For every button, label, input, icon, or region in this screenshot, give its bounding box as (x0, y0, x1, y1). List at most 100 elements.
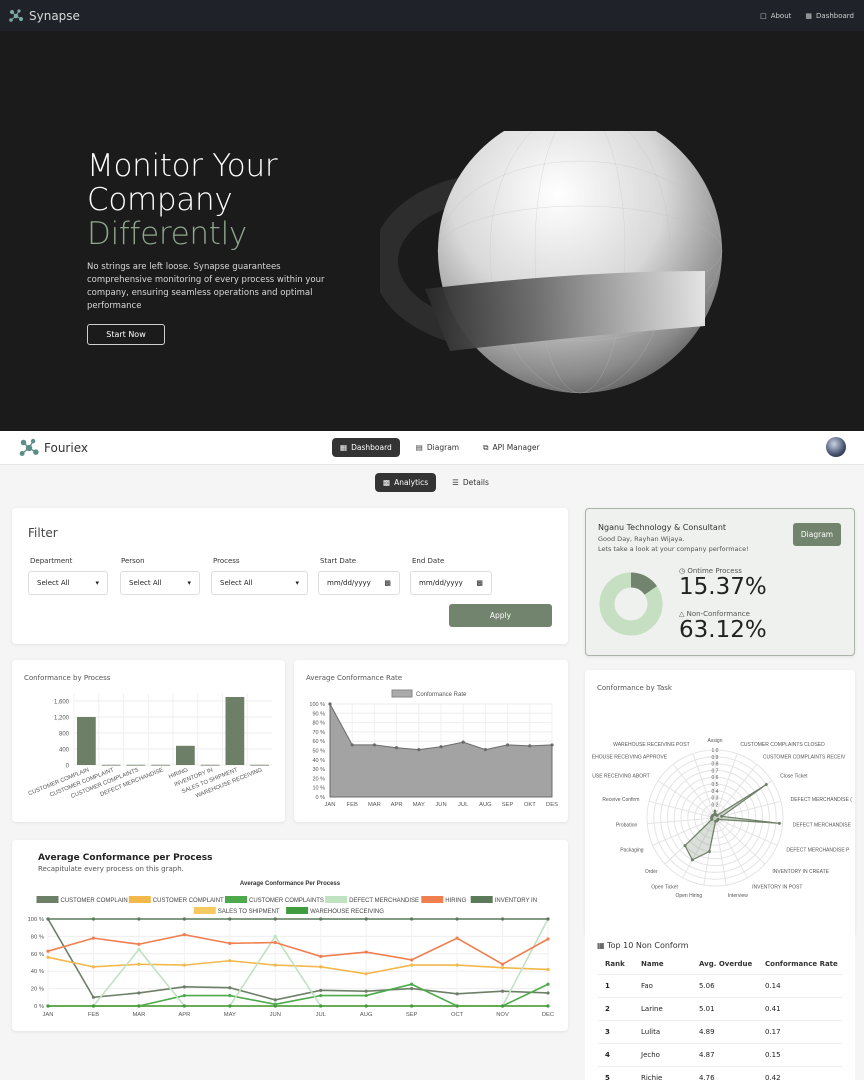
table-row[interactable]: 5 Richie 4.76 0.42 (597, 1066, 843, 1080)
data-point (364, 972, 368, 976)
data-point (364, 1004, 368, 1008)
data-point (777, 821, 781, 825)
radar-label: Packaging (620, 847, 644, 853)
radar-label: INVENTORY IN CREATE (772, 869, 829, 875)
y-tick-label: 100 % (309, 702, 325, 708)
data-point (137, 942, 141, 946)
data-point (506, 743, 510, 747)
person-select[interactable]: Select All ▾ (120, 571, 200, 595)
tab-dashboard[interactable]: ▦ Dashboard (332, 438, 400, 457)
data-point (91, 936, 96, 940)
filter-card: Filter Department Select All ▾ Person Sel… (12, 508, 568, 644)
data-point (137, 991, 141, 995)
data-point (410, 987, 414, 991)
tab-api-manager[interactable]: ⧉ API Manager (475, 438, 547, 457)
user-avatar[interactable] (826, 437, 846, 457)
x-tick-label: MAY (224, 1012, 236, 1018)
x-tick-label: FEB (88, 1012, 99, 1018)
dashboard-link[interactable]: ▦ Dashboard (805, 12, 854, 20)
x-tick-label: JUN (435, 802, 446, 808)
y-tick-label: 100 % (28, 917, 44, 923)
data-point (137, 917, 141, 921)
bar (77, 717, 96, 765)
subtab-details[interactable]: ☰ Details (444, 473, 497, 492)
data-point (182, 933, 186, 937)
data-point (350, 743, 354, 747)
table-header-row: Rank Name Avg. Overdue Conformance Rate (597, 954, 843, 975)
about-link[interactable]: □ About (760, 12, 791, 20)
data-point (410, 958, 414, 962)
api-icon: ⧉ (483, 442, 489, 452)
x-tick-label: JUN (270, 1012, 281, 1018)
y-tick-label: 400 (59, 748, 70, 754)
data-point (683, 844, 687, 848)
start-now-button[interactable]: Start Now (87, 324, 165, 345)
conformance-by-task-card: Conformance by Task 0.20.30.40.50.60.70.… (585, 670, 855, 935)
top10-title: ▦ Top 10 Non Conform (597, 941, 689, 950)
diagram-button[interactable]: Diagram (793, 523, 841, 546)
data-point (273, 963, 277, 967)
data-point (319, 917, 323, 921)
y-tick-label: 0 % (34, 1004, 44, 1010)
filter-title: Filter (28, 526, 58, 540)
fouriex-brand[interactable]: Fouriex (18, 437, 88, 459)
subtab-details-label: Details (462, 478, 489, 487)
radar-label: INVENTORY IN POST (752, 885, 802, 891)
y-tick-label: 40 % (31, 969, 44, 975)
legend-swatch (128, 896, 151, 903)
y-tick-label: 60 % (31, 952, 44, 958)
conformance-radar-chart: 0.20.30.40.50.60.70.80.91.0AssignCUSTOME… (592, 738, 852, 899)
radar-spoke (714, 800, 782, 819)
x-tick-label: SEP (406, 1012, 418, 1018)
bar (151, 764, 170, 766)
legend-label: CUSTOMER COMPLAINT (153, 898, 224, 904)
col-conformance-rate: Conformance Rate (757, 954, 843, 975)
data-point (182, 963, 186, 967)
data-point (500, 917, 505, 921)
table-row[interactable]: 3 Lulita 4.89 0.17 (597, 1020, 843, 1044)
data-point (364, 950, 368, 954)
data-point (273, 934, 277, 938)
book-icon: □ (760, 11, 767, 20)
x-tick-label: MAR (368, 802, 381, 808)
col-avg-overdue: Avg. Overdue (691, 954, 757, 975)
dashboard-app: Fouriex ▦ Dashboard ▤ Diagram ⧉ API Manager… (0, 431, 864, 1080)
data-point (319, 1004, 323, 1008)
molecule-logo-icon (9, 8, 23, 22)
department-select[interactable]: Select All ▾ (28, 571, 108, 595)
name-cell: Lulita (633, 1020, 691, 1044)
data-point (364, 993, 368, 998)
data-point (46, 955, 50, 959)
table-row[interactable]: 4 Jecho 4.87 0.15 (597, 1043, 843, 1067)
data-point (713, 809, 717, 813)
process-select[interactable]: Select All ▾ (211, 571, 308, 595)
start-date-input[interactable]: mm/dd/yyyy ▩ (318, 571, 400, 595)
end-date-input[interactable]: mm/dd/yyyy ▩ (410, 571, 492, 595)
data-point (483, 747, 487, 752)
x-tick-label: FEB (347, 802, 358, 808)
y-tick-label: 40 % (312, 758, 325, 764)
table-row[interactable]: 2 Larine 5.01 0.41 (597, 997, 843, 1021)
radar-label: Open Ticket (651, 885, 678, 891)
name-cell: Larine (633, 997, 691, 1021)
grid-icon: ▦ (805, 11, 813, 20)
radar-label: Interview (728, 893, 748, 899)
bar (126, 764, 146, 766)
subtab-analytics[interactable]: ▩ Analytics (375, 473, 437, 492)
legend-swatch (325, 896, 348, 903)
x-tick-label: APR (391, 802, 403, 808)
synapse-brand[interactable]: Synapse (8, 8, 80, 24)
table-row[interactable]: 1 Fao 5.06 0.14 (597, 974, 843, 998)
tab-diagram[interactable]: ▤ Diagram (408, 438, 467, 457)
data-point (461, 740, 465, 744)
data-point (550, 743, 554, 747)
apply-button[interactable]: Apply (449, 604, 552, 627)
bar (176, 745, 195, 765)
overdue-cell: 5.01 (691, 997, 757, 1021)
data-point (364, 989, 368, 993)
data-point (228, 941, 232, 945)
rank-cell: 3 (597, 1020, 633, 1044)
rate-cell: 0.14 (757, 974, 843, 998)
department-label: Department (30, 557, 73, 565)
legend-swatch (470, 896, 493, 903)
